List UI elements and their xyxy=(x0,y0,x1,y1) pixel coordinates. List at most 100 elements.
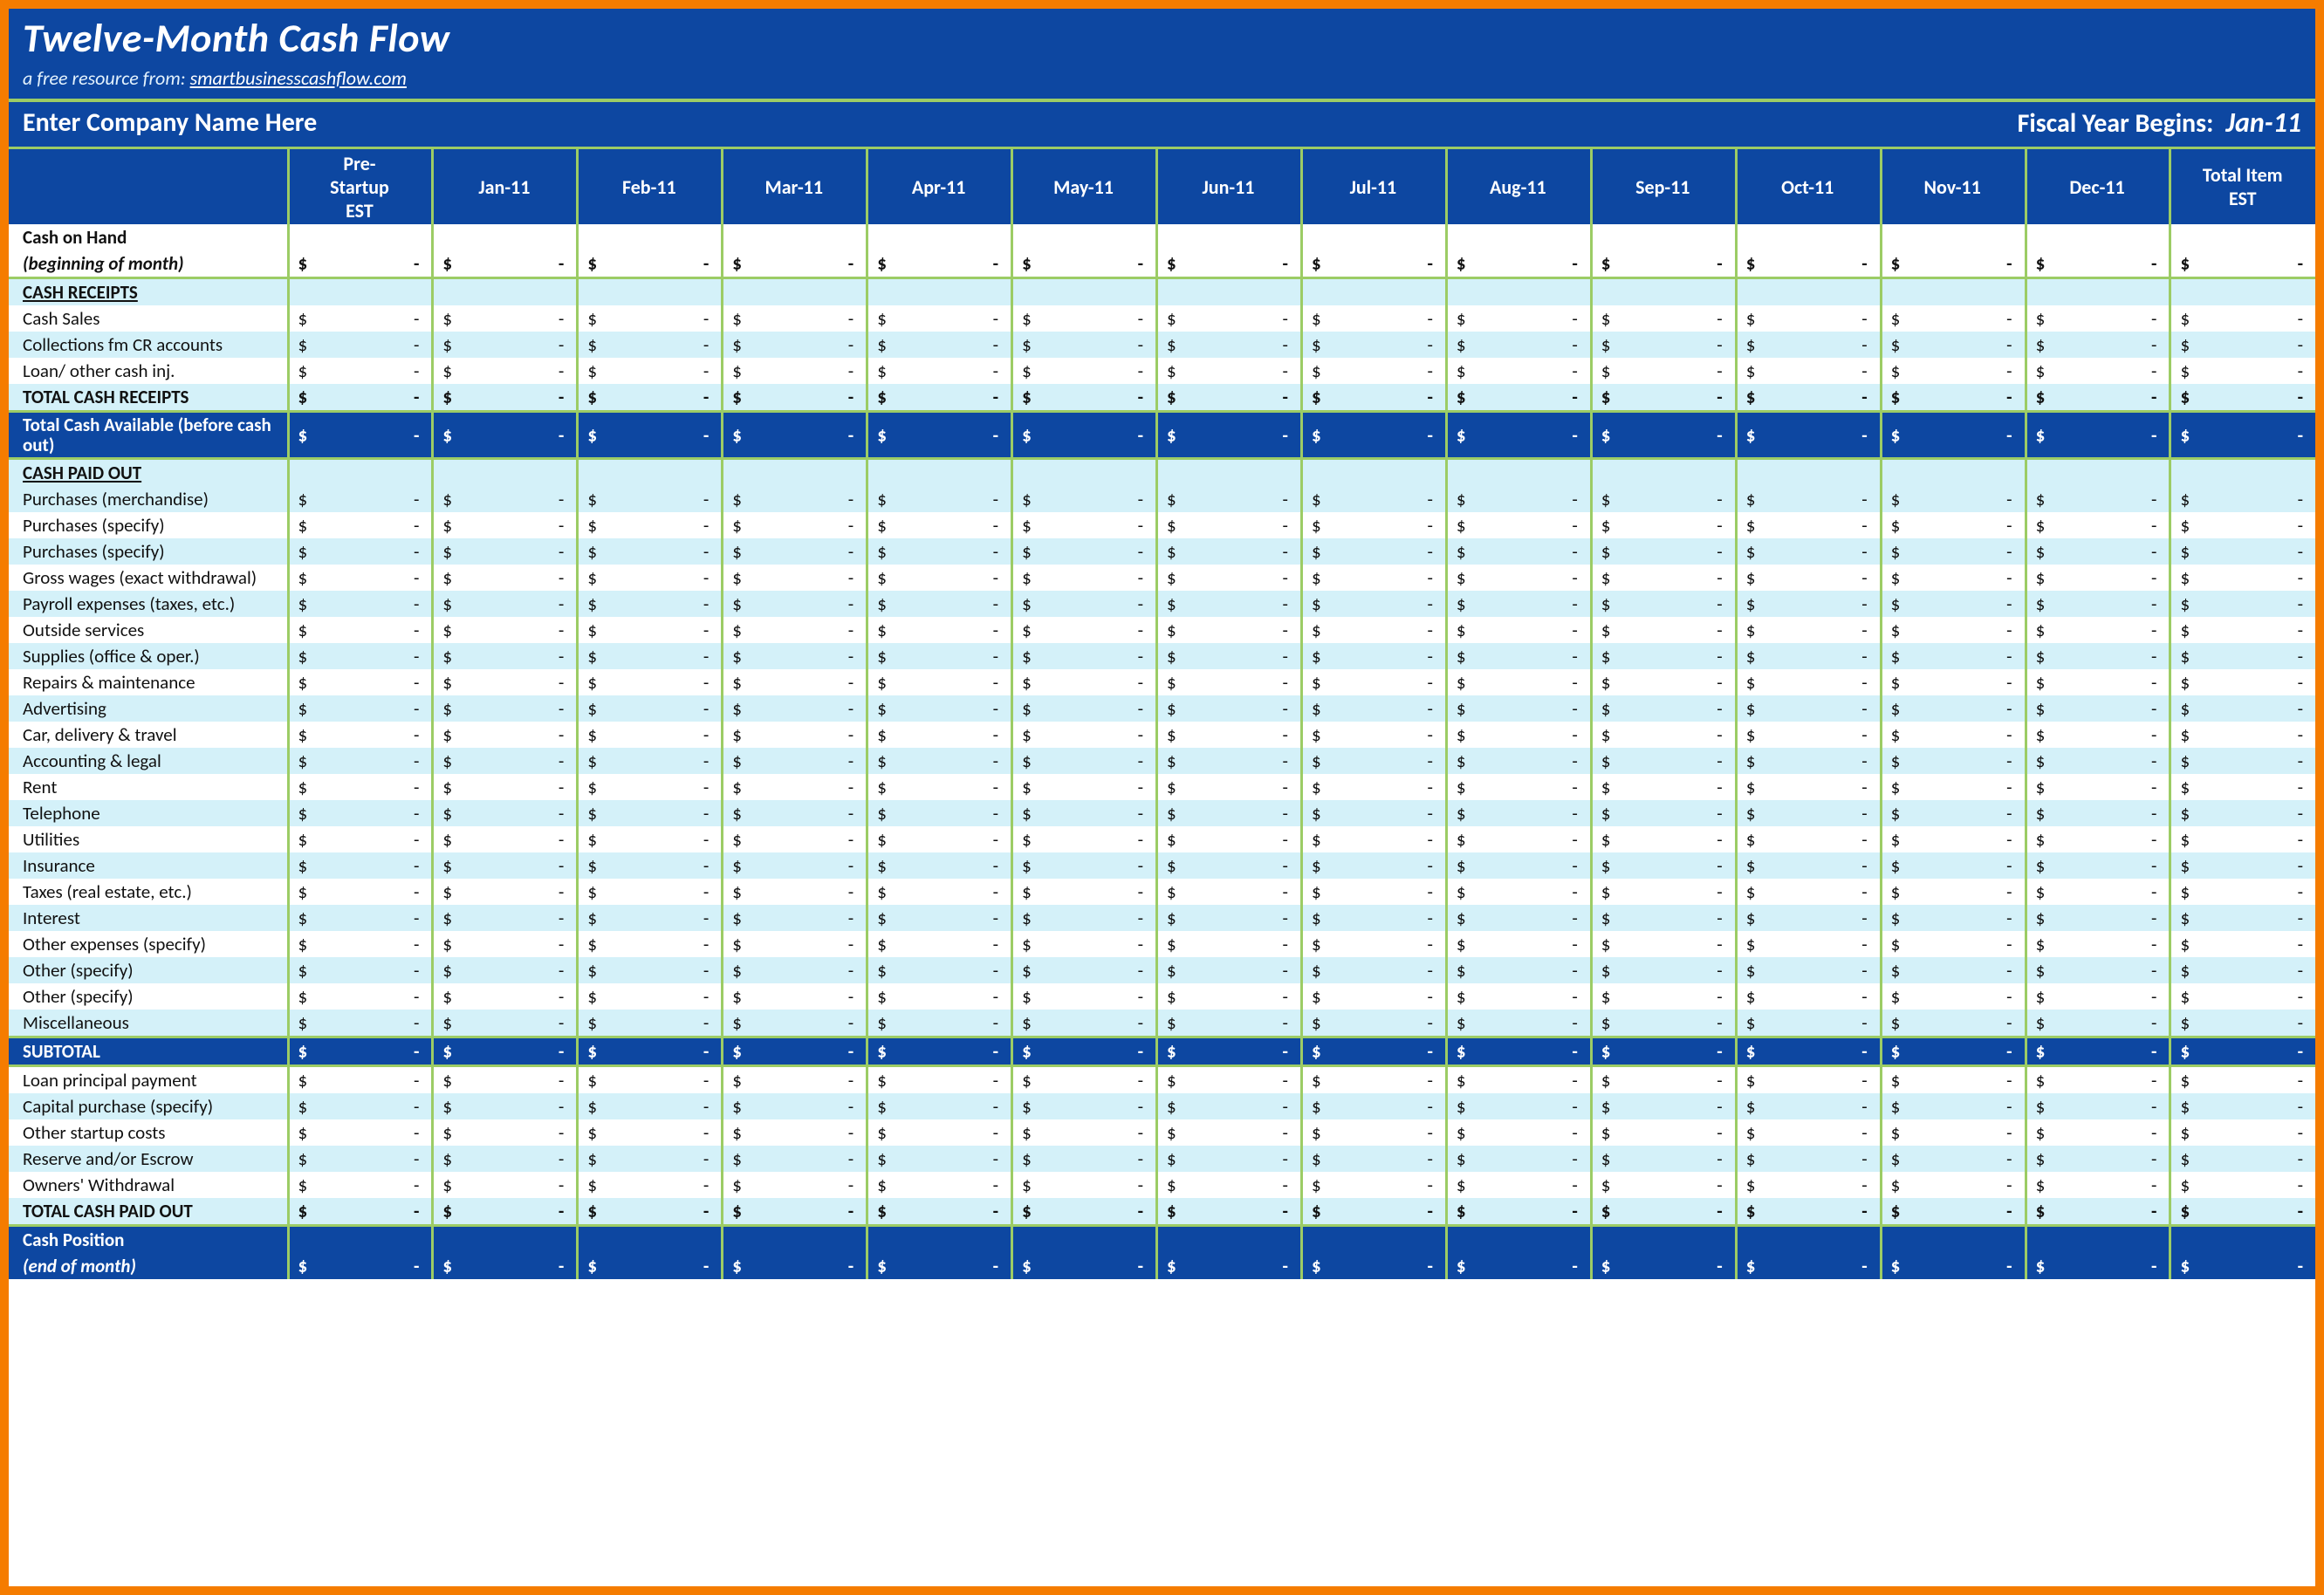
data-cell[interactable]: $- xyxy=(1012,879,1157,905)
data-cell[interactable]: $- xyxy=(2170,538,2315,565)
data-cell[interactable]: $- xyxy=(1301,617,1446,643)
data-cell[interactable]: $- xyxy=(288,931,433,957)
data-cell[interactable]: $- xyxy=(1012,412,1157,459)
data-cell[interactable]: $- xyxy=(1012,1172,1157,1198)
data-cell[interactable]: $- xyxy=(1446,800,1591,826)
data-cell[interactable]: $- xyxy=(1157,1066,1302,1094)
data-cell[interactable]: $- xyxy=(723,512,867,538)
data-cell[interactable]: $- xyxy=(1446,1198,1591,1226)
data-cell[interactable]: $- xyxy=(2026,774,2170,800)
data-cell[interactable]: $- xyxy=(2170,695,2315,722)
data-cell[interactable]: $- xyxy=(2170,669,2315,695)
data-cell[interactable]: $- xyxy=(578,879,723,905)
data-cell[interactable]: $- xyxy=(1301,748,1446,774)
data-cell[interactable]: $- xyxy=(1301,1172,1446,1198)
data-cell[interactable] xyxy=(2170,224,2315,250)
data-cell[interactable]: $- xyxy=(1881,957,2026,983)
data-cell[interactable]: $- xyxy=(1591,643,1736,669)
data-cell[interactable]: $- xyxy=(1301,905,1446,931)
data-cell[interactable]: $- xyxy=(1736,800,1881,826)
data-cell[interactable]: $- xyxy=(1736,1146,1881,1172)
data-cell[interactable]: $- xyxy=(2026,1119,2170,1146)
data-cell[interactable]: $- xyxy=(1012,722,1157,748)
data-cell[interactable]: $- xyxy=(1157,305,1302,332)
data-cell[interactable] xyxy=(2170,459,2315,487)
data-cell[interactable]: $- xyxy=(867,722,1012,748)
data-cell[interactable]: $- xyxy=(578,774,723,800)
data-cell[interactable]: $- xyxy=(433,879,578,905)
data-cell[interactable]: $- xyxy=(1012,983,1157,1010)
data-cell[interactable]: $- xyxy=(2026,1010,2170,1037)
data-cell[interactable] xyxy=(578,224,723,250)
data-cell[interactable]: $- xyxy=(723,412,867,459)
data-cell[interactable]: $- xyxy=(1157,957,1302,983)
data-cell[interactable]: $- xyxy=(1881,332,2026,358)
data-cell[interactable]: $- xyxy=(1881,1093,2026,1119)
data-cell[interactable]: $- xyxy=(1012,1119,1157,1146)
data-cell[interactable]: $- xyxy=(1881,1119,2026,1146)
data-cell[interactable]: $- xyxy=(288,774,433,800)
data-cell[interactable]: $- xyxy=(2026,1037,2170,1066)
data-cell[interactable]: $- xyxy=(1446,384,1591,412)
data-cell[interactable]: $- xyxy=(288,1253,433,1279)
data-cell[interactable]: $- xyxy=(1301,565,1446,591)
data-cell[interactable]: $- xyxy=(1881,486,2026,512)
data-cell[interactable]: $- xyxy=(867,748,1012,774)
data-cell[interactable]: $- xyxy=(1736,748,1881,774)
data-cell[interactable] xyxy=(1301,224,1446,250)
data-cell[interactable]: $- xyxy=(288,669,433,695)
data-cell[interactable]: $- xyxy=(1736,722,1881,748)
data-cell[interactable]: $- xyxy=(2026,800,2170,826)
data-cell[interactable]: $- xyxy=(288,1146,433,1172)
data-cell[interactable]: $- xyxy=(1736,591,1881,617)
data-cell[interactable]: $- xyxy=(2026,538,2170,565)
data-cell[interactable]: $- xyxy=(1157,617,1302,643)
data-cell[interactable]: $- xyxy=(867,565,1012,591)
data-cell[interactable]: $- xyxy=(1736,384,1881,412)
data-cell[interactable]: $- xyxy=(2026,512,2170,538)
data-cell[interactable]: $- xyxy=(2026,879,2170,905)
data-cell[interactable]: $- xyxy=(2026,305,2170,332)
data-cell[interactable]: $- xyxy=(1157,1010,1302,1037)
data-cell[interactable]: $- xyxy=(1157,826,1302,852)
data-cell[interactable]: $- xyxy=(1157,669,1302,695)
data-cell[interactable]: $- xyxy=(2170,1037,2315,1066)
data-cell[interactable] xyxy=(723,224,867,250)
data-cell[interactable]: $- xyxy=(2170,905,2315,931)
data-cell[interactable]: $- xyxy=(1012,748,1157,774)
data-cell[interactable]: $- xyxy=(1446,852,1591,879)
data-cell[interactable] xyxy=(288,224,433,250)
data-cell[interactable]: $- xyxy=(867,1253,1012,1279)
data-cell[interactable]: $- xyxy=(1881,1172,2026,1198)
data-cell[interactable]: $- xyxy=(1736,852,1881,879)
data-cell[interactable]: $- xyxy=(2170,722,2315,748)
data-cell[interactable]: $- xyxy=(1446,669,1591,695)
data-cell[interactable]: $- xyxy=(1881,826,2026,852)
data-cell[interactable]: $- xyxy=(867,384,1012,412)
data-cell[interactable]: $- xyxy=(1301,1146,1446,1172)
data-cell[interactable] xyxy=(1736,1226,1881,1254)
data-cell[interactable]: $- xyxy=(1157,565,1302,591)
data-cell[interactable]: $- xyxy=(1591,1093,1736,1119)
data-cell[interactable]: $- xyxy=(1446,486,1591,512)
data-cell[interactable]: $- xyxy=(2170,643,2315,669)
row-label[interactable]: Purchases (specify) xyxy=(9,512,288,538)
data-cell[interactable]: $- xyxy=(1446,748,1591,774)
data-cell[interactable]: $- xyxy=(1012,358,1157,384)
data-cell[interactable]: $- xyxy=(578,486,723,512)
data-cell[interactable]: $- xyxy=(2170,512,2315,538)
data-cell[interactable] xyxy=(1591,224,1736,250)
data-cell[interactable]: $- xyxy=(578,1010,723,1037)
row-label[interactable]: Advertising xyxy=(9,695,288,722)
data-cell[interactable]: $- xyxy=(1881,305,2026,332)
data-cell[interactable]: $- xyxy=(1736,1037,1881,1066)
data-cell[interactable]: $- xyxy=(1446,774,1591,800)
data-cell[interactable]: $- xyxy=(1736,617,1881,643)
row-label[interactable]: SUBTOTAL xyxy=(9,1037,288,1066)
data-cell[interactable]: $- xyxy=(433,512,578,538)
data-cell[interactable]: $- xyxy=(433,250,578,278)
data-cell[interactable]: $- xyxy=(1736,931,1881,957)
data-cell[interactable]: $- xyxy=(2026,358,2170,384)
data-cell[interactable]: $- xyxy=(578,250,723,278)
data-cell[interactable]: $- xyxy=(1012,695,1157,722)
